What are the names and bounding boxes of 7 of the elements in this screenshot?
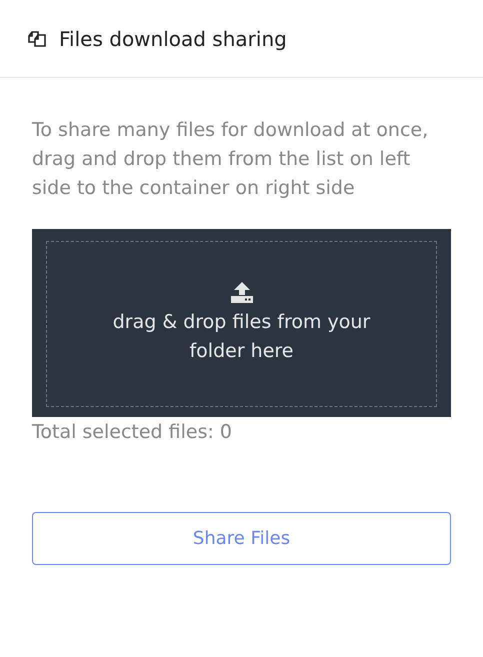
page-title: Files download sharing	[59, 27, 287, 51]
drop-zone[interactable]: drag & drop files from your folder here	[32, 229, 451, 417]
total-count: Total selected files: 0	[32, 421, 234, 443]
files-icon	[27, 28, 49, 50]
drop-zone-text: drag & drop files from your folder here	[112, 310, 372, 364]
instructions-text: To share many files for download at once, drag and drop them from the list on left side to the container on right side	[32, 118, 430, 201]
upload-icon	[230, 282, 254, 304]
